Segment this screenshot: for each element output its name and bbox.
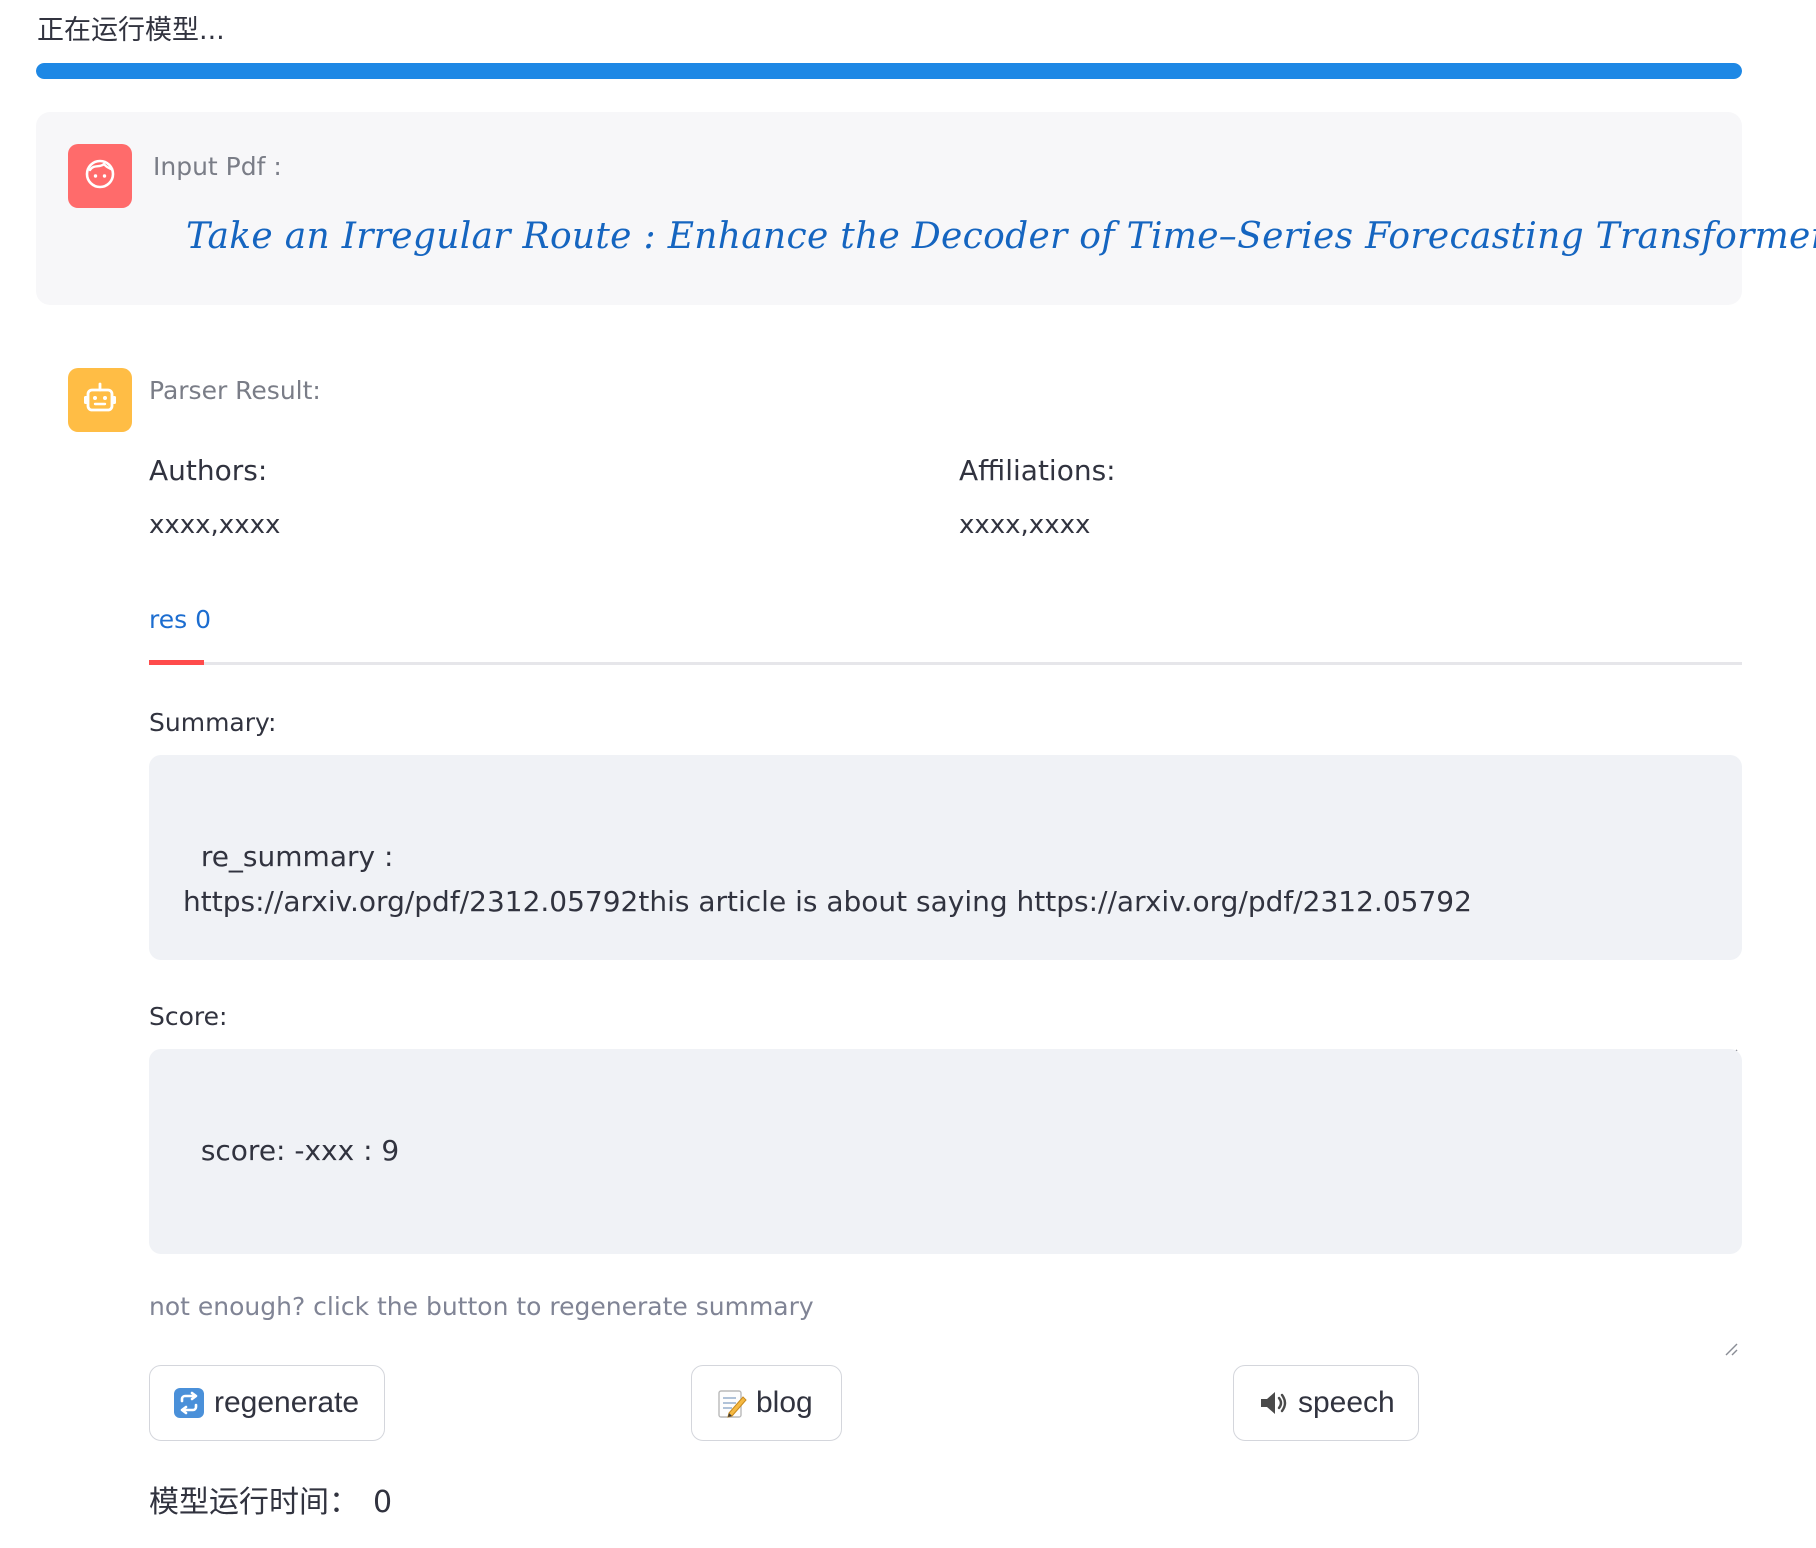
speaker-icon — [1256, 1386, 1290, 1420]
runtime-label: 模型运行时间： — [149, 1485, 359, 1520]
parser-result-caption: Parser Result: — [149, 376, 321, 405]
regenerate-hint: not enough? click the button to regenera… — [149, 1292, 814, 1321]
bot-avatar — [68, 368, 132, 432]
input-pdf-caption: Input Pdf : — [153, 152, 282, 181]
speech-button[interactable]: speech — [1233, 1365, 1419, 1441]
user-avatar — [68, 144, 132, 208]
summary-label: Summary: — [149, 708, 277, 737]
affiliations-value: xxxx,xxxx — [959, 510, 1091, 540]
memo-icon — [714, 1386, 748, 1420]
runtime-value: 0 — [373, 1485, 393, 1520]
tab-res-0[interactable]: res 0 — [149, 605, 211, 634]
blog-button-label: blog — [756, 1386, 813, 1419]
repeat-icon — [172, 1386, 206, 1420]
summary-text: re_summary : https://arxiv.org/pdf/2312.… — [183, 840, 1472, 918]
face-icon — [82, 156, 118, 196]
running-status-text: 正在运行模型... — [37, 15, 225, 46]
regenerate-button-label: regenerate — [214, 1386, 360, 1419]
blog-button[interactable]: blog — [691, 1365, 842, 1441]
regenerate-button[interactable]: regenerate — [149, 1365, 385, 1441]
authors-heading: Authors: — [149, 454, 268, 487]
summary-textarea[interactable]: re_summary : https://arxiv.org/pdf/2312.… — [149, 755, 1742, 1062]
progress-bar — [36, 63, 1742, 79]
score-label: Score: — [149, 1002, 228, 1031]
resize-handle-icon[interactable] — [1722, 940, 1738, 1062]
resize-handle-icon[interactable] — [1722, 1234, 1738, 1356]
score-textarea[interactable]: score: -xxx : 9 — [149, 1049, 1742, 1356]
paper-title: Take an Irregular Route : Enhance the De… — [186, 216, 1816, 257]
speech-button-label: speech — [1298, 1386, 1395, 1419]
score-text: score: -xxx : 9 — [200, 1134, 400, 1167]
affiliations-heading: Affiliations: — [959, 454, 1116, 487]
robot-icon — [81, 379, 119, 421]
runtime-readout: 模型运行时间： 0 — [149, 1477, 392, 1521]
authors-value: xxxx,xxxx — [149, 510, 281, 540]
progress-bar-fill — [36, 63, 1742, 79]
chat-message-input: Input Pdf : Take an Irregular Route : En… — [36, 112, 1816, 305]
tab-bar-divider — [149, 662, 1742, 665]
active-tab-indicator — [149, 660, 204, 665]
